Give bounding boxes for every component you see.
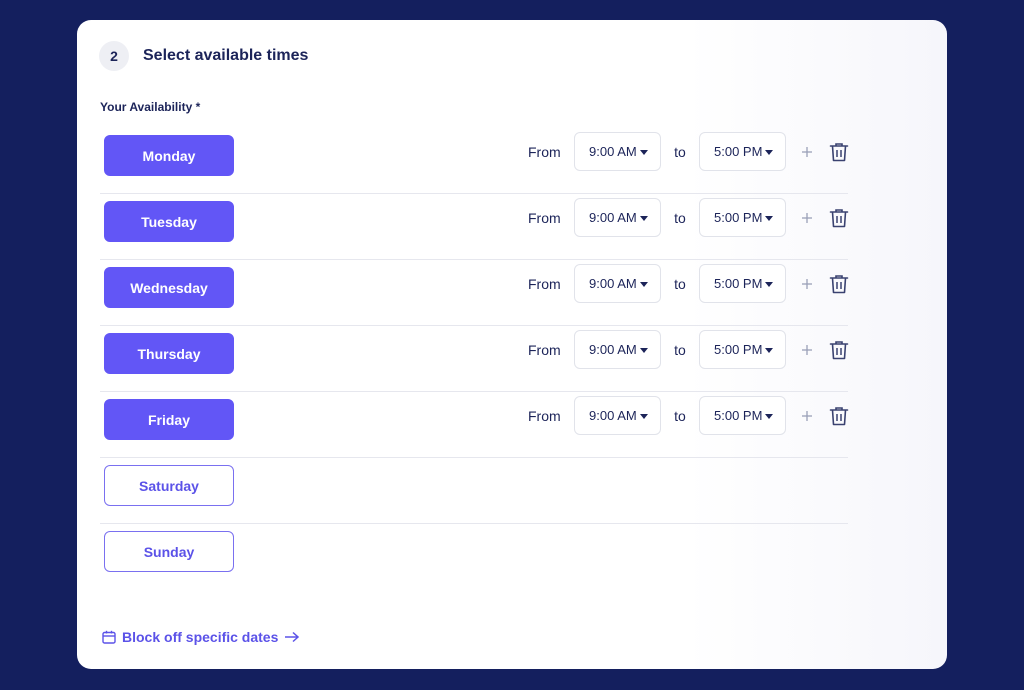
from-label: From (528, 143, 561, 160)
start-time-select[interactable]: 9:00 AM (574, 132, 661, 171)
plus-icon[interactable] (800, 211, 814, 225)
caret-down-icon (640, 282, 648, 287)
trash-icon[interactable] (828, 405, 850, 427)
start-time-select[interactable]: 9:00 AM (574, 264, 661, 303)
to-label: to (674, 341, 686, 358)
time-range: From 9:00 AM to 5:00 PM (528, 131, 850, 172)
day-toggle-saturday[interactable]: Saturday (104, 465, 234, 506)
plus-icon[interactable] (800, 409, 814, 423)
end-time-select[interactable]: 5:00 PM (699, 198, 786, 237)
day-row: Saturday (100, 458, 848, 524)
arrow-right-icon (285, 631, 300, 643)
caret-down-icon (640, 348, 648, 353)
day-row: Friday From 9:00 AM to 5:00 PM (100, 392, 850, 458)
plus-icon[interactable] (800, 343, 814, 357)
step-number-badge: 2 (99, 41, 129, 71)
caret-down-icon (640, 216, 648, 221)
to-label: to (674, 143, 686, 160)
from-label: From (528, 341, 561, 358)
end-time-select[interactable]: 5:00 PM (699, 264, 786, 303)
caret-down-icon (765, 150, 773, 155)
day-row: Monday From 9:00 AM to 5:00 PM (100, 128, 850, 194)
plus-icon[interactable] (800, 277, 814, 291)
start-time-value: 9:00 AM (589, 342, 637, 357)
end-time-value: 5:00 PM (714, 144, 762, 159)
end-time-select[interactable]: 5:00 PM (699, 396, 786, 435)
block-dates-link[interactable]: Block off specific dates (102, 629, 300, 645)
caret-down-icon (765, 282, 773, 287)
trash-icon[interactable] (828, 339, 850, 361)
caret-down-icon (640, 150, 648, 155)
from-label: From (528, 275, 561, 292)
day-rows: Monday From 9:00 AM to 5:00 PM Tuesday From 9:0… (100, 128, 850, 590)
caret-down-icon (765, 348, 773, 353)
time-range: From 9:00 AM to 5:00 PM (528, 263, 850, 304)
day-toggle-tuesday[interactable]: Tuesday (104, 201, 234, 242)
from-label: From (528, 209, 561, 226)
caret-down-icon (765, 414, 773, 419)
start-time-select[interactable]: 9:00 AM (574, 330, 661, 369)
start-time-value: 9:00 AM (589, 276, 637, 291)
day-toggle-monday[interactable]: Monday (104, 135, 234, 176)
end-time-select[interactable]: 5:00 PM (699, 330, 786, 369)
start-time-value: 9:00 AM (589, 210, 637, 225)
trash-icon[interactable] (828, 207, 850, 229)
day-row: Sunday (100, 524, 848, 590)
day-row: Tuesday From 9:00 AM to 5:00 PM (100, 194, 850, 260)
day-toggle-friday[interactable]: Friday (104, 399, 234, 440)
availability-label: Your Availability * (100, 100, 201, 114)
end-time-value: 5:00 PM (714, 210, 762, 225)
to-label: to (674, 209, 686, 226)
caret-down-icon (640, 414, 648, 419)
start-time-value: 9:00 AM (589, 144, 637, 159)
end-time-select[interactable]: 5:00 PM (699, 132, 786, 171)
end-time-value: 5:00 PM (714, 408, 762, 423)
trash-icon[interactable] (828, 141, 850, 163)
end-time-value: 5:00 PM (714, 276, 762, 291)
day-toggle-thursday[interactable]: Thursday (104, 333, 234, 374)
start-time-select[interactable]: 9:00 AM (574, 396, 661, 435)
to-label: to (674, 275, 686, 292)
end-time-value: 5:00 PM (714, 342, 762, 357)
time-range: From 9:00 AM to 5:00 PM (528, 329, 850, 370)
caret-down-icon (765, 216, 773, 221)
step-title: Select available times (143, 47, 309, 64)
day-toggle-wednesday[interactable]: Wednesday (104, 267, 234, 308)
plus-icon[interactable] (800, 145, 814, 159)
trash-icon[interactable] (828, 273, 850, 295)
time-range: From 9:00 AM to 5:00 PM (528, 197, 850, 238)
start-time-value: 9:00 AM (589, 408, 637, 423)
block-dates-label: Block off specific dates (122, 629, 279, 645)
day-row: Wednesday From 9:00 AM to 5:00 PM (100, 260, 850, 326)
time-range: From 9:00 AM to 5:00 PM (528, 395, 850, 436)
day-row: Thursday From 9:00 AM to 5:00 PM (100, 326, 850, 392)
step-header: 2 Select available times (99, 41, 308, 71)
start-time-select[interactable]: 9:00 AM (574, 198, 661, 237)
to-label: to (674, 407, 686, 424)
availability-card: 2 Select available times Your Availabili… (77, 20, 947, 669)
day-toggle-sunday[interactable]: Sunday (104, 531, 234, 572)
calendar-icon (102, 630, 116, 644)
from-label: From (528, 407, 561, 424)
